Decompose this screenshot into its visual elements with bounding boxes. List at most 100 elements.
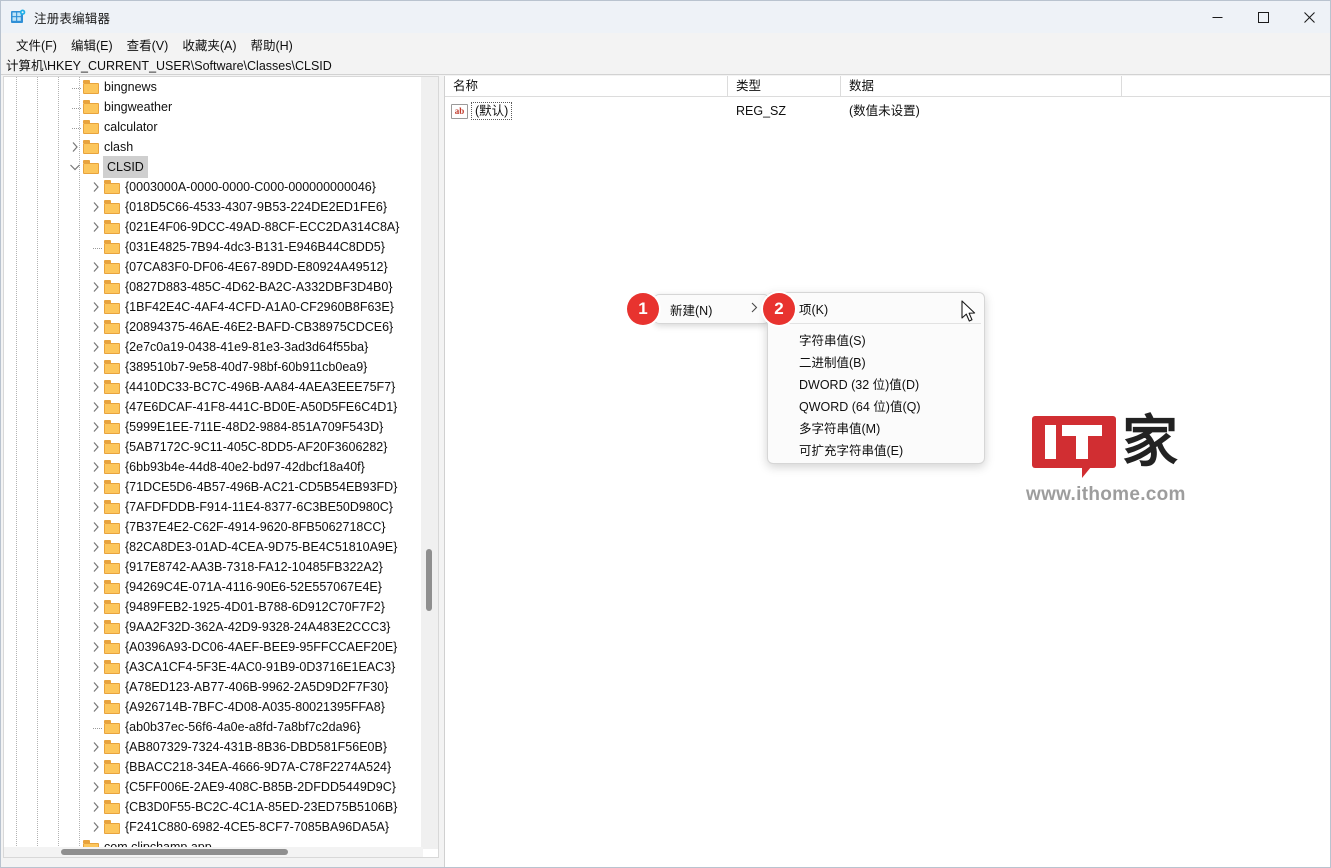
menu-file[interactable]: 文件(F) [9, 33, 64, 56]
menu-favorites[interactable]: 收藏夹(A) [175, 33, 243, 56]
chevron-right-icon[interactable] [88, 459, 104, 475]
chevron-right-icon[interactable] [88, 759, 104, 775]
submenu-item[interactable]: 项(K) [768, 297, 984, 319]
chevron-right-icon[interactable] [88, 479, 104, 495]
tree-item[interactable]: {0827D883-485C-4D62-BA2C-A332DBF3D4B0} [4, 277, 423, 297]
tree-item[interactable]: {A926714B-7BFC-4D08-A035-80021395FFA8} [4, 697, 423, 717]
submenu-item[interactable]: 可扩充字符串值(E) [768, 438, 984, 460]
tree-item[interactable]: {F241C880-6982-4CE5-8CF7-7085BA96DA5A} [4, 817, 423, 837]
chevron-right-icon[interactable] [88, 599, 104, 615]
menu-edit[interactable]: 编辑(E) [64, 33, 120, 56]
chevron-right-icon[interactable] [88, 559, 104, 575]
tree-item[interactable]: {031E4825-7B94-4dc3-B131-E946B44C8DD5} [4, 237, 423, 257]
tree-hscroll-thumb[interactable] [61, 849, 288, 855]
tree-item[interactable]: calculator [4, 117, 423, 137]
minimize-button[interactable] [1194, 1, 1240, 33]
chevron-right-icon[interactable] [88, 539, 104, 555]
tree-item[interactable]: bingnews [4, 77, 423, 97]
submenu-item[interactable]: 字符串值(S) [768, 328, 984, 350]
column-header-name[interactable]: 名称 [445, 76, 728, 97]
tree-item[interactable]: {71DCE5D6-4B57-496B-AC21-CD5B54EB93FD} [4, 477, 423, 497]
menu-view[interactable]: 查看(V) [120, 33, 176, 56]
tree-item[interactable]: clash [4, 137, 423, 157]
menu-help[interactable]: 帮助(H) [243, 33, 299, 56]
registry-tree[interactable]: bingnews bingweather calculator clash CLSID {… [4, 77, 423, 849]
tree-item[interactable]: bingweather [4, 97, 423, 117]
chevron-right-icon[interactable] [88, 439, 104, 455]
chevron-right-icon[interactable] [88, 319, 104, 335]
tree-item[interactable]: {CB3D0F55-BC2C-4C1A-85ED-23ED75B5106B} [4, 797, 423, 817]
context-menu-new[interactable]: 新建(N) [654, 294, 769, 324]
tree-item[interactable]: {ab0b37ec-56f6-4a0e-a8fd-7a8bf7c2da96} [4, 717, 423, 737]
close-button[interactable] [1286, 1, 1330, 33]
tree-item[interactable]: {5999E1EE-711E-48D2-9884-851A709F543D} [4, 417, 423, 437]
chevron-right-icon[interactable] [88, 799, 104, 815]
tree-item[interactable]: {2e7c0a19-0438-41e9-81e3-3ad3d64f55ba} [4, 337, 423, 357]
chevron-right-icon[interactable] [88, 179, 104, 195]
chevron-right-icon[interactable] [88, 199, 104, 215]
tree-item[interactable]: {6bb93b4e-44d8-40e2-bd97-42dbcf18a40f} [4, 457, 423, 477]
column-header-data[interactable]: 数据 [841, 76, 1122, 97]
chevron-right-icon[interactable] [88, 299, 104, 315]
tree-item[interactable]: {7B37E4E2-C62F-4914-9620-8FB5062718CC} [4, 517, 423, 537]
submenu-item[interactable]: DWORD (32 位)值(D) [768, 372, 984, 394]
chevron-right-icon[interactable] [88, 639, 104, 655]
chevron-right-icon[interactable] [88, 519, 104, 535]
tree-vscroll-thumb[interactable] [426, 549, 432, 611]
chevron-right-icon[interactable] [88, 619, 104, 635]
address-bar[interactable]: 计算机\HKEY_CURRENT_USER\Software\Classes\C… [1, 55, 1330, 75]
chevron-down-icon[interactable] [67, 159, 83, 175]
tree-item[interactable]: {82CA8DE3-01AD-4CEA-9D75-BE4C51810A9E} [4, 537, 423, 557]
tree-item[interactable]: {C5FF006E-2AE9-408C-B85B-2DFDD5449D9C} [4, 777, 423, 797]
tree-item-label: {5999E1EE-711E-48D2-9884-851A709F543D} [125, 420, 384, 434]
tree-item[interactable]: {20894375-46AE-46E2-BAFD-CB38975CDCE6} [4, 317, 423, 337]
column-header-type[interactable]: 类型 [728, 76, 841, 97]
tree-item[interactable]: {0003000A-0000-0000-C000-000000000046} [4, 177, 423, 197]
chevron-right-icon[interactable] [88, 779, 104, 795]
chevron-right-icon[interactable] [88, 579, 104, 595]
chevron-right-icon[interactable] [88, 659, 104, 675]
chevron-right-icon[interactable] [88, 279, 104, 295]
tree-item[interactable]: {917E8742-AA3B-7318-FA12-10485FB322A2} [4, 557, 423, 577]
tree-item[interactable]: {5AB7172C-9C11-405C-8DD5-AF20F3606282} [4, 437, 423, 457]
chevron-right-icon[interactable] [88, 819, 104, 835]
chevron-right-icon[interactable] [88, 679, 104, 695]
chevron-right-icon[interactable] [88, 359, 104, 375]
tree-item[interactable]: {AB807329-7324-431B-8B36-DBD581F56E0B} [4, 737, 423, 757]
chevron-right-icon[interactable] [88, 699, 104, 715]
tree-vertical-scrollbar[interactable] [421, 77, 438, 849]
folder-icon [104, 200, 120, 214]
tree-item[interactable]: {9489FEB2-1925-4D01-B788-6D912C70F7F2} [4, 597, 423, 617]
tree-item[interactable]: {9AA2F32D-362A-42D9-9328-24A483E2CCC3} [4, 617, 423, 637]
tree-item[interactable]: CLSID [4, 156, 423, 178]
chevron-right-icon[interactable] [88, 339, 104, 355]
tree-item[interactable]: {A3CA1CF4-5F3E-4AC0-91B9-0D3716E1EAC3} [4, 657, 423, 677]
tree-item[interactable]: {4410DC33-BC7C-496B-AA84-4AEA3EEE75F7} [4, 377, 423, 397]
chevron-right-icon[interactable] [88, 499, 104, 515]
chevron-right-icon[interactable] [88, 219, 104, 235]
chevron-right-icon[interactable] [67, 139, 83, 155]
tree-item[interactable]: {47E6DCAF-41F8-441C-BD0E-A50D5FE6C4D1} [4, 397, 423, 417]
submenu-item[interactable]: 二进制值(B) [768, 350, 984, 372]
tree-item[interactable]: {07CA83F0-DF06-4E67-89DD-E80924A49512} [4, 257, 423, 277]
chevron-right-icon[interactable] [88, 399, 104, 415]
chevron-right-icon[interactable] [88, 379, 104, 395]
tree-item[interactable]: {1BF42E4C-4AF4-4CFD-A1A0-CF2960B8F63E} [4, 297, 423, 317]
tree-horizontal-scrollbar[interactable] [4, 847, 423, 857]
submenu-item[interactable]: QWORD (64 位)值(Q) [768, 394, 984, 416]
value-row-default[interactable]: ab (默认) REG_SZ (数值未设置) [445, 101, 1330, 121]
chevron-right-icon[interactable] [88, 259, 104, 275]
submenu-item[interactable]: 多字符串值(M) [768, 416, 984, 438]
tree-item[interactable]: {A78ED123-AB77-406B-9962-2A5D9D2F7F30} [4, 677, 423, 697]
chevron-right-icon[interactable] [88, 739, 104, 755]
tree-item[interactable]: {389510b7-9e58-40d7-98bf-60b911cb0ea9} [4, 357, 423, 377]
tree-item[interactable]: {021E4F06-9DCC-49AD-88CF-ECC2DA314C8A} [4, 217, 423, 237]
chevron-right-icon[interactable] [88, 419, 104, 435]
maximize-button[interactable] [1240, 1, 1286, 33]
tree-item[interactable]: {94269C4E-071A-4116-90E6-52E557067E4E} [4, 577, 423, 597]
tree-item[interactable]: {A0396A93-DC06-4AEF-BEE9-95FFCCAEF20E} [4, 637, 423, 657]
tree-item[interactable]: {7AFDFDDB-F914-11E4-8377-6C3BE50D980C} [4, 497, 423, 517]
tree-item[interactable]: {BBACC218-34EA-4666-9D7A-C78F2274A524} [4, 757, 423, 777]
tree-item[interactable]: {018D5C66-4533-4307-9B53-224DE2ED1FE6} [4, 197, 423, 217]
